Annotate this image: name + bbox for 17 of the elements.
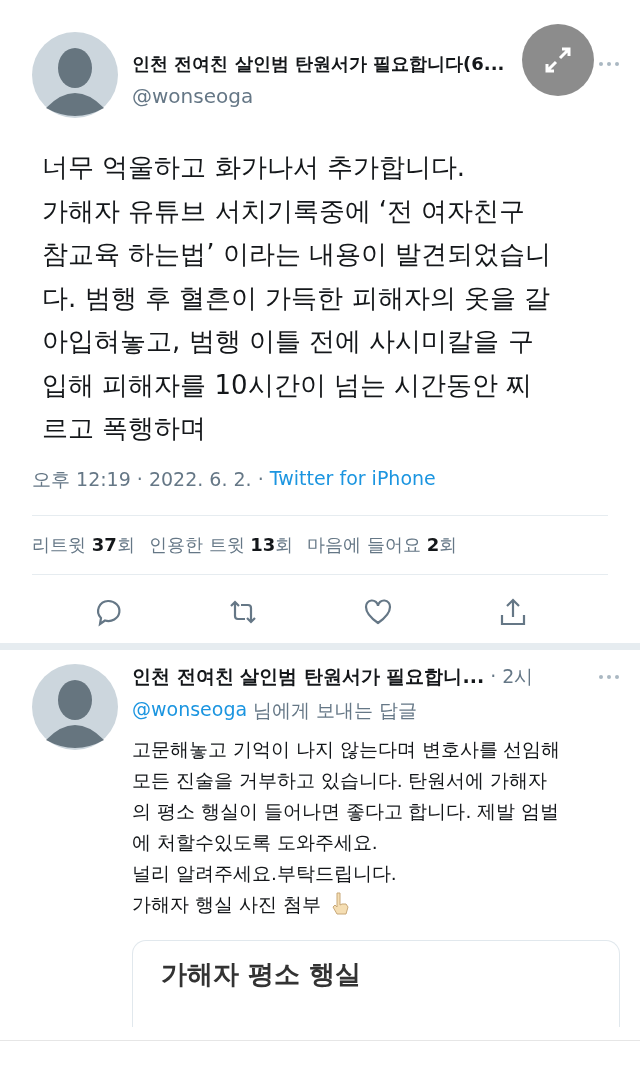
heart-icon[interactable] bbox=[362, 596, 393, 627]
stat-count[interactable]: 리트윗 37회 bbox=[32, 532, 135, 557]
timestamp: · 2시 bbox=[490, 663, 534, 689]
user-handle[interactable]: @wonseoga bbox=[132, 84, 620, 108]
avatar-icon[interactable] bbox=[32, 32, 118, 118]
avatar-icon[interactable] bbox=[32, 663, 118, 750]
reply-text: 고문해놓고 기억이 나지 않는다며 변호사를 선임해 모든 진술을 거부하고 있습니다. 탄원서에 가해자 의 평소 행실이 들어나면 좋다고 합니다. 제발 엄벌 에 처할수있도록 도와주세요. 널리 알려주세요.부탁드립니다. bbox=[132, 737, 562, 886]
stat-count[interactable]: 마음에 들어요 2회 bbox=[307, 532, 458, 557]
reply-text: 가해자 행실 사진 첨부 bbox=[132, 892, 321, 917]
display-name[interactable]: 인천 전여친 살인범 탄원서가 필요합니... bbox=[132, 663, 485, 690]
stat-count[interactable]: 인용한 트윗 13회 bbox=[148, 532, 294, 557]
tweet-text: 너무 억울하고 화가나서 추가합니다. 가해자 유튜브 서치기록중에 ‘전 여자친구 참교육 하는법’ 이라는 내용이 발견되었습니 다. 범행 후 혈흔이 가득한 피해자의 옷을 갈 아입혀놓고, 범행 이틀 전에 사시미칼을 구 입해 피해자를 10시간이 넘는 시간동안 찌 르고 폭행하며 bbox=[42, 151, 553, 445]
timestamp: 오후 12:19 · 2022. 6. 2. · bbox=[32, 466, 264, 492]
reply-label: 님에게 보내는 답글 bbox=[253, 697, 418, 723]
display-name[interactable]: 인천 전여친 살인범 탄원서가 필요합니다(6... bbox=[132, 52, 505, 76]
card-title: 가해자 평소 행실 bbox=[161, 958, 362, 989]
image-card[interactable]: 가해자 평소 행실 bbox=[132, 939, 620, 1027]
